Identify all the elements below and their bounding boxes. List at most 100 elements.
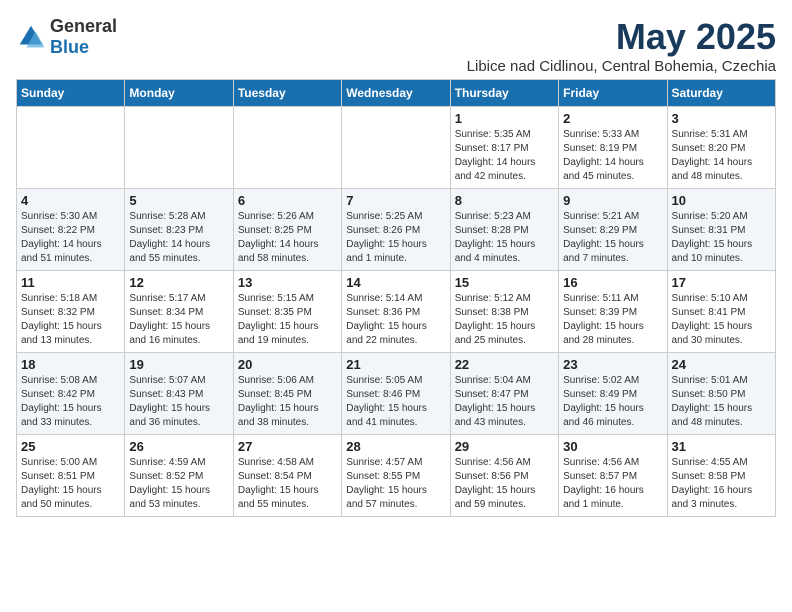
day-info: Sunrise: 5:21 AM Sunset: 8:29 PM Dayligh… xyxy=(563,210,662,266)
day-info: Sunrise: 5:01 AM Sunset: 8:50 PM Dayligh… xyxy=(672,374,771,430)
calendar-cell: 4 Sunrise: 5:30 AM Sunset: 8:22 PM Daylig… xyxy=(17,189,125,271)
day-number: 21 xyxy=(346,357,445,372)
calendar-cell xyxy=(17,107,125,189)
day-number: 9 xyxy=(563,193,662,208)
day-info: Sunrise: 5:33 AM Sunset: 8:19 PM Dayligh… xyxy=(563,128,662,184)
logo-general: General xyxy=(50,16,117,36)
calendar-cell: 1 Sunrise: 5:35 AM Sunset: 8:17 PM Daylig… xyxy=(450,107,558,189)
day-number: 20 xyxy=(238,357,337,372)
day-number: 18 xyxy=(21,357,120,372)
month-title: May 2025 xyxy=(467,16,776,58)
logo-blue: Blue xyxy=(50,37,89,57)
location-title: Libice nad Cidlinou, Central Bohemia, Cz… xyxy=(467,58,776,75)
calendar-cell: 6 Sunrise: 5:26 AM Sunset: 8:25 PM Daylig… xyxy=(233,189,341,271)
calendar-cell: 29Sunrise: 4:56 AM Sunset: 8:56 PM Dayli… xyxy=(450,435,558,517)
day-info: Sunrise: 5:31 AM Sunset: 8:20 PM Dayligh… xyxy=(672,128,771,184)
day-info: Sunrise: 5:04 AM Sunset: 8:47 PM Dayligh… xyxy=(455,374,554,430)
calendar-cell xyxy=(342,107,450,189)
calendar-week-row-2: 4 Sunrise: 5:30 AM Sunset: 8:22 PM Daylig… xyxy=(17,189,776,271)
calendar-cell: 23 Sunrise: 5:02 AM Sunset: 8:49 PM Dayli… xyxy=(559,353,667,435)
day-number: 16 xyxy=(563,275,662,290)
weekday-header-row: Sunday Monday Tuesday Wednesday Thursday… xyxy=(17,80,776,107)
calendar-cell: 19 Sunrise: 5:07 AM Sunset: 8:43 PM Dayli… xyxy=(125,353,233,435)
day-info: Sunrise: 5:12 AM Sunset: 8:38 PM Dayligh… xyxy=(455,292,554,348)
calendar-cell: 20 Sunrise: 5:06 AM Sunset: 8:45 PM Dayli… xyxy=(233,353,341,435)
calendar-week-row-4: 18 Sunrise: 5:08 AM Sunset: 8:42 PM Dayli… xyxy=(17,353,776,435)
day-number: 19 xyxy=(129,357,228,372)
calendar-table: Sunday Monday Tuesday Wednesday Thursday… xyxy=(16,79,776,517)
day-number: 11 xyxy=(21,275,120,290)
day-info: Sunrise: 5:08 AM Sunset: 8:42 PM Dayligh… xyxy=(21,374,120,430)
day-info: Sunrise: 5:17 AM Sunset: 8:34 PM Dayligh… xyxy=(129,292,228,348)
calendar-cell: 22 Sunrise: 5:04 AM Sunset: 8:47 PM Dayli… xyxy=(450,353,558,435)
day-number: 13 xyxy=(238,275,337,290)
day-number: 6 xyxy=(238,193,337,208)
calendar-cell: 3Sunrise: 5:31 AM Sunset: 8:20 PM Daylig… xyxy=(667,107,775,189)
calendar-cell: 8 Sunrise: 5:23 AM Sunset: 8:28 PM Daylig… xyxy=(450,189,558,271)
day-number: 30 xyxy=(563,439,662,454)
day-number: 17 xyxy=(672,275,771,290)
calendar-cell: 28Sunrise: 4:57 AM Sunset: 8:55 PM Dayli… xyxy=(342,435,450,517)
calendar-cell: 30 Sunrise: 4:56 AM Sunset: 8:57 PM Dayli… xyxy=(559,435,667,517)
day-number: 8 xyxy=(455,193,554,208)
day-number: 5 xyxy=(129,193,228,208)
day-number: 23 xyxy=(563,357,662,372)
day-number: 4 xyxy=(21,193,120,208)
calendar-cell: 12Sunrise: 5:17 AM Sunset: 8:34 PM Dayli… xyxy=(125,271,233,353)
calendar-cell: 15 Sunrise: 5:12 AM Sunset: 8:38 PM Dayli… xyxy=(450,271,558,353)
day-info: Sunrise: 5:07 AM Sunset: 8:43 PM Dayligh… xyxy=(129,374,228,430)
title-section: May 2025 Libice nad Cidlinou, Central Bo… xyxy=(467,16,776,75)
header-tuesday: Tuesday xyxy=(233,80,341,107)
day-number: 2 xyxy=(563,111,662,126)
day-number: 15 xyxy=(455,275,554,290)
calendar-cell: 11Sunrise: 5:18 AM Sunset: 8:32 PM Dayli… xyxy=(17,271,125,353)
day-info: Sunrise: 5:35 AM Sunset: 8:17 PM Dayligh… xyxy=(455,128,554,184)
day-info: Sunrise: 4:57 AM Sunset: 8:55 PM Dayligh… xyxy=(346,456,445,512)
day-info: Sunrise: 5:11 AM Sunset: 8:39 PM Dayligh… xyxy=(563,292,662,348)
calendar-week-row-5: 25Sunrise: 5:00 AM Sunset: 8:51 PM Dayli… xyxy=(17,435,776,517)
calendar-cell: 13 Sunrise: 5:15 AM Sunset: 8:35 PM Dayli… xyxy=(233,271,341,353)
calendar-cell: 21 Sunrise: 5:05 AM Sunset: 8:46 PM Dayli… xyxy=(342,353,450,435)
logo-text: General Blue xyxy=(50,16,117,58)
day-info: Sunrise: 5:06 AM Sunset: 8:45 PM Dayligh… xyxy=(238,374,337,430)
calendar-cell: 17Sunrise: 5:10 AM Sunset: 8:41 PM Dayli… xyxy=(667,271,775,353)
day-info: Sunrise: 5:26 AM Sunset: 8:25 PM Dayligh… xyxy=(238,210,337,266)
day-number: 10 xyxy=(672,193,771,208)
day-info: Sunrise: 5:02 AM Sunset: 8:49 PM Dayligh… xyxy=(563,374,662,430)
calendar-cell: 27 Sunrise: 4:58 AM Sunset: 8:54 PM Dayli… xyxy=(233,435,341,517)
day-info: Sunrise: 4:59 AM Sunset: 8:52 PM Dayligh… xyxy=(129,456,228,512)
day-number: 22 xyxy=(455,357,554,372)
day-info: Sunrise: 5:15 AM Sunset: 8:35 PM Dayligh… xyxy=(238,292,337,348)
calendar-cell: 7Sunrise: 5:25 AM Sunset: 8:26 PM Daylig… xyxy=(342,189,450,271)
day-number: 1 xyxy=(455,111,554,126)
day-number: 14 xyxy=(346,275,445,290)
day-info: Sunrise: 5:30 AM Sunset: 8:22 PM Dayligh… xyxy=(21,210,120,266)
calendar-cell xyxy=(125,107,233,189)
header-monday: Monday xyxy=(125,80,233,107)
day-info: Sunrise: 4:58 AM Sunset: 8:54 PM Dayligh… xyxy=(238,456,337,512)
day-info: Sunrise: 5:23 AM Sunset: 8:28 PM Dayligh… xyxy=(455,210,554,266)
day-number: 26 xyxy=(129,439,228,454)
day-info: Sunrise: 5:05 AM Sunset: 8:46 PM Dayligh… xyxy=(346,374,445,430)
day-number: 24 xyxy=(672,357,771,372)
calendar-week-row-3: 11Sunrise: 5:18 AM Sunset: 8:32 PM Dayli… xyxy=(17,271,776,353)
day-info: Sunrise: 5:28 AM Sunset: 8:23 PM Dayligh… xyxy=(129,210,228,266)
logo: General Blue xyxy=(16,16,117,58)
calendar-week-row-1: 1 Sunrise: 5:35 AM Sunset: 8:17 PM Daylig… xyxy=(17,107,776,189)
day-info: Sunrise: 4:56 AM Sunset: 8:56 PM Dayligh… xyxy=(455,456,554,512)
day-number: 27 xyxy=(238,439,337,454)
calendar-cell: 10 Sunrise: 5:20 AM Sunset: 8:31 PM Dayli… xyxy=(667,189,775,271)
header-wednesday: Wednesday xyxy=(342,80,450,107)
calendar-cell xyxy=(233,107,341,189)
day-number: 31 xyxy=(672,439,771,454)
day-info: Sunrise: 4:56 AM Sunset: 8:57 PM Dayligh… xyxy=(563,456,662,512)
logo-icon xyxy=(16,22,46,52)
calendar-cell: 26 Sunrise: 4:59 AM Sunset: 8:52 PM Dayli… xyxy=(125,435,233,517)
day-info: Sunrise: 4:55 AM Sunset: 8:58 PM Dayligh… xyxy=(672,456,771,512)
calendar-cell: 14Sunrise: 5:14 AM Sunset: 8:36 PM Dayli… xyxy=(342,271,450,353)
calendar-cell: 16 Sunrise: 5:11 AM Sunset: 8:39 PM Dayli… xyxy=(559,271,667,353)
calendar-cell: 2 Sunrise: 5:33 AM Sunset: 8:19 PM Daylig… xyxy=(559,107,667,189)
calendar-cell: 25Sunrise: 5:00 AM Sunset: 8:51 PM Dayli… xyxy=(17,435,125,517)
header-saturday: Saturday xyxy=(667,80,775,107)
day-info: Sunrise: 5:20 AM Sunset: 8:31 PM Dayligh… xyxy=(672,210,771,266)
